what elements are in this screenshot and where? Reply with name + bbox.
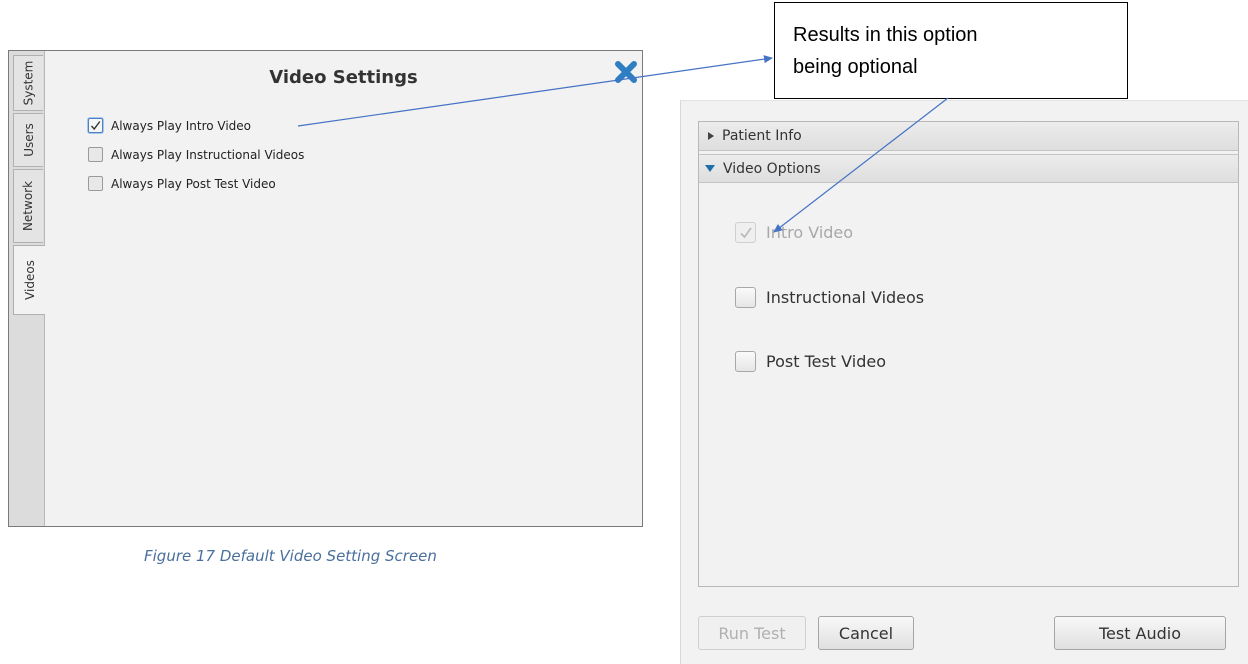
tab-system-label: System	[21, 60, 36, 106]
tab-users-label: Users	[21, 123, 36, 157]
page-title: Video Settings	[269, 67, 418, 88]
always-play-instructional-label: Always Play Instructional Videos	[111, 147, 305, 162]
tab-videos[interactable]: Videos	[13, 245, 45, 315]
tab-videos-label: Videos	[22, 260, 37, 300]
always-play-post-test-option[interactable]: Always Play Post Test Video	[88, 176, 276, 191]
intro-video-option[interactable]: Intro Video	[735, 222, 853, 243]
video-options-label: Video Options	[723, 160, 821, 177]
collapsed-arrow-icon	[708, 132, 714, 140]
post-test-video-checkbox[interactable]	[735, 351, 756, 372]
always-play-intro-checkbox[interactable]	[88, 118, 103, 133]
instructional-videos-option[interactable]: Instructional Videos	[735, 287, 924, 308]
always-play-post-test-checkbox[interactable]	[88, 176, 103, 191]
annotation-callout: Results in this option being optional	[774, 2, 1128, 99]
post-test-video-option[interactable]: Post Test Video	[735, 351, 886, 372]
tab-users[interactable]: Users	[13, 113, 43, 167]
instructional-videos-checkbox[interactable]	[735, 287, 756, 308]
always-play-intro-option[interactable]: Always Play Intro Video	[88, 118, 251, 133]
tab-network[interactable]: Network	[13, 169, 43, 243]
always-play-intro-label: Always Play Intro Video	[111, 118, 252, 133]
run-test-button[interactable]: Run Test	[698, 616, 806, 650]
patient-info-section-header[interactable]: Patient Info	[699, 122, 1238, 151]
options-accordion: Patient Info Video Options Intro Video I…	[698, 121, 1239, 587]
expanded-arrow-icon	[705, 165, 715, 172]
callout-line-1: Results in this option	[793, 24, 978, 46]
cancel-button[interactable]: Cancel	[818, 616, 914, 650]
figure-caption: Figure 17 Default Video Setting Screen	[144, 547, 437, 565]
callout-line-2: being optional	[793, 56, 918, 78]
instructional-videos-label: Instructional Videos	[766, 288, 925, 307]
tab-network-label: Network	[21, 180, 36, 232]
patient-info-label: Patient Info	[722, 128, 802, 144]
post-test-video-label: Post Test Video	[766, 352, 886, 371]
test-audio-button[interactable]: Test Audio	[1054, 616, 1226, 650]
tab-system[interactable]: System	[13, 55, 43, 111]
vertical-tab-bar: System Users Network Videos	[9, 51, 45, 526]
checkmark-icon	[90, 121, 101, 131]
intro-video-checkbox[interactable]	[735, 222, 756, 243]
checkmark-icon	[739, 227, 752, 238]
always-play-instructional-checkbox[interactable]	[88, 147, 103, 162]
always-play-post-test-label: Always Play Post Test Video	[111, 176, 276, 191]
close-icon[interactable]	[613, 59, 639, 85]
intro-video-label: Intro Video	[766, 223, 854, 242]
video-options-section-header[interactable]: Video Options	[699, 154, 1238, 183]
always-play-instructional-option[interactable]: Always Play Instructional Videos	[88, 147, 304, 162]
